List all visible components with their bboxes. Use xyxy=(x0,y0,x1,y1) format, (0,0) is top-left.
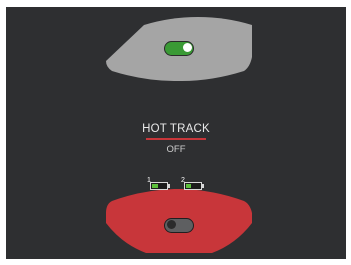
battery-2-fill xyxy=(186,184,191,188)
hot-track-state: OFF xyxy=(166,144,186,155)
toggle-knob xyxy=(183,43,192,52)
battery-2-icon: 2 xyxy=(181,177,206,192)
hot-track-panel: HOT TRACK OFF 1 2 xyxy=(6,7,346,259)
top-toggle-switch[interactable] xyxy=(164,41,194,56)
battery-1-icon: 1 xyxy=(147,177,172,192)
bottom-toggle-switch[interactable] xyxy=(164,218,194,233)
hot-track-title: HOT TRACK xyxy=(142,123,210,135)
battery-1-fill xyxy=(152,184,158,188)
title-underline xyxy=(146,138,206,140)
toggle-knob xyxy=(167,220,176,229)
